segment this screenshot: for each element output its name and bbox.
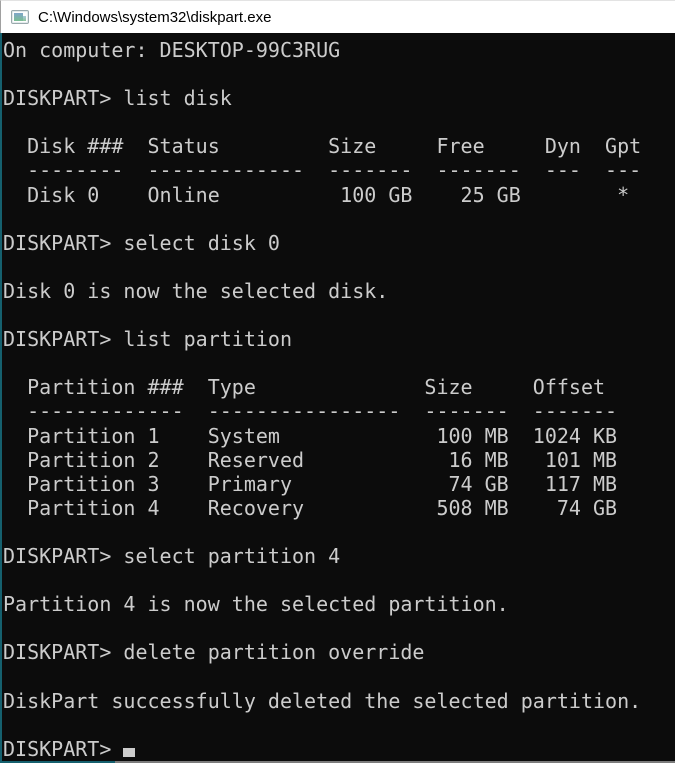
terminal-line: Disk 0 Online 100 GB 25 GB * bbox=[3, 183, 675, 207]
prompt-text: DISKPART> bbox=[3, 737, 123, 761]
terminal-line: Disk ### Status Size Free Dyn Gpt bbox=[3, 134, 675, 158]
terminal-line bbox=[3, 351, 675, 375]
terminal-line bbox=[3, 568, 675, 592]
terminal-line bbox=[3, 207, 675, 231]
console-output-area[interactable]: On computer: DESKTOP-99C3RUG DISKPART> li… bbox=[0, 33, 675, 763]
window-title: C:\Windows\system32\diskpart.exe bbox=[38, 9, 271, 26]
terminal-line: Partition 4 Recovery 508 MB 74 GB bbox=[3, 496, 675, 520]
terminal-line: DISKPART> delete partition override bbox=[3, 640, 675, 664]
terminal-line: DISKPART> select partition 4 bbox=[3, 544, 675, 568]
terminal-line: -------- ------------- ------- ------- -… bbox=[3, 158, 675, 182]
terminal-line bbox=[3, 110, 675, 134]
terminal-line bbox=[3, 664, 675, 688]
terminal-line: ------------- ---------------- ------- -… bbox=[3, 399, 675, 423]
terminal-line: Partition 2 Reserved 16 MB 101 MB bbox=[3, 448, 675, 472]
terminal-line: Partition 1 System 100 MB 1024 KB bbox=[3, 424, 675, 448]
terminal-lines: On computer: DESKTOP-99C3RUG DISKPART> li… bbox=[3, 38, 675, 737]
terminal-line: DISKPART> select disk 0 bbox=[3, 231, 675, 255]
terminal-line: DiskPart successfully deleted the select… bbox=[3, 689, 675, 713]
terminal-line bbox=[3, 255, 675, 279]
text-cursor bbox=[123, 748, 135, 757]
terminal-line bbox=[3, 616, 675, 640]
terminal-line: DISKPART> list disk bbox=[3, 86, 675, 110]
terminal-line: Disk 0 is now the selected disk. bbox=[3, 279, 675, 303]
diskpart-console-window: C:\Windows\system32\diskpart.exe On comp… bbox=[0, 0, 675, 763]
terminal-line: On computer: DESKTOP-99C3RUG bbox=[3, 38, 675, 62]
terminal-line: DISKPART> list partition bbox=[3, 327, 675, 351]
terminal-line bbox=[3, 62, 675, 86]
terminal-line bbox=[3, 520, 675, 544]
terminal-line: Partition 4 is now the selected partitio… bbox=[3, 592, 675, 616]
terminal-line: Partition 3 Primary 74 GB 117 MB bbox=[3, 472, 675, 496]
console-app-icon bbox=[11, 10, 29, 24]
prompt-line: DISKPART> bbox=[3, 737, 675, 761]
terminal-line bbox=[3, 303, 675, 327]
terminal-line: Partition ### Type Size Offset bbox=[3, 375, 675, 399]
titlebar[interactable]: C:\Windows\system32\diskpart.exe bbox=[0, 0, 675, 33]
terminal-line bbox=[3, 713, 675, 737]
